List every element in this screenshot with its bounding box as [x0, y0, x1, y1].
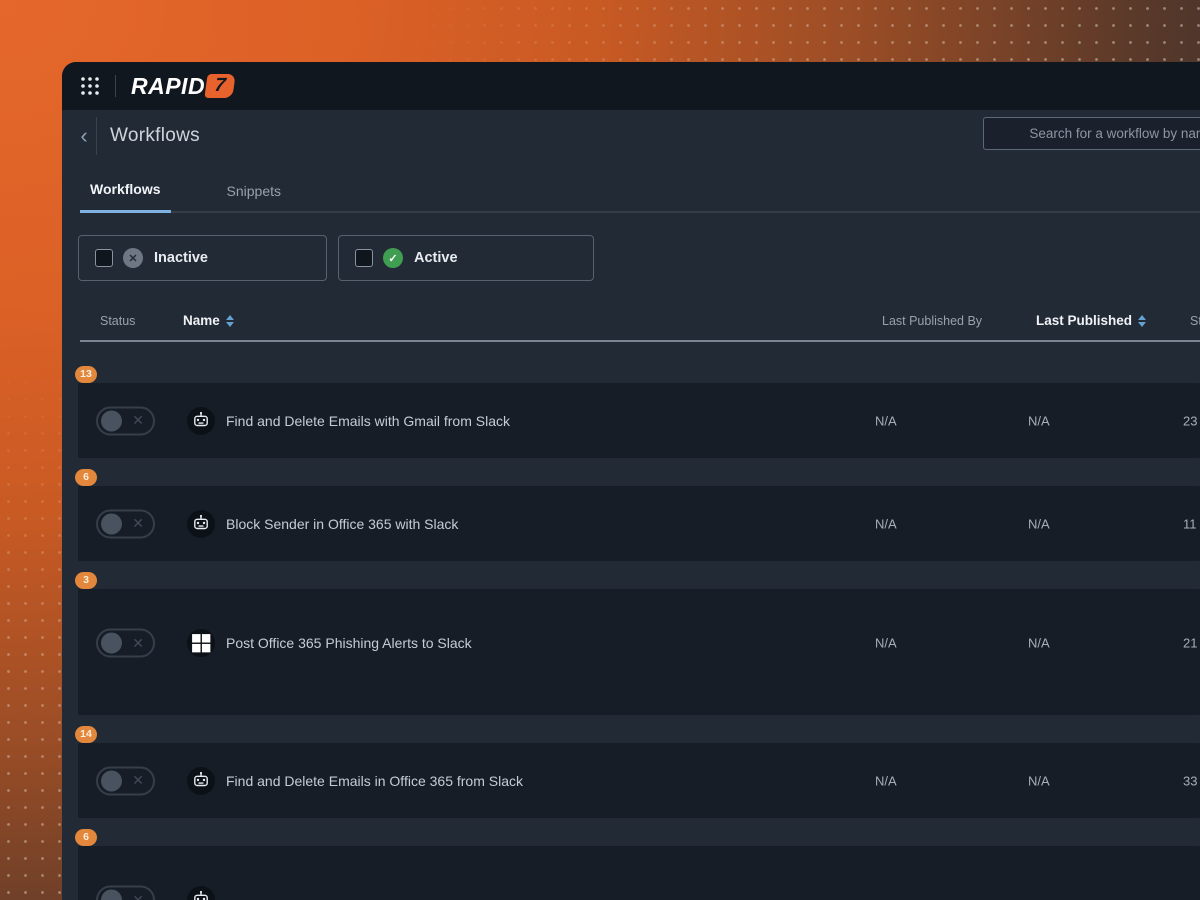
- steps-value: 33: [1183, 773, 1198, 788]
- active-status-icon: ✓: [383, 248, 403, 268]
- workflow-card[interactable]: ✕ Block Sender in Office 365 with Slack …: [78, 486, 1200, 561]
- inactive-checkbox[interactable]: [95, 249, 113, 267]
- col-name[interactable]: Name: [183, 313, 234, 328]
- top-app-bar: RAPID 7: [62, 62, 1200, 110]
- activate-toggle[interactable]: ✕: [96, 885, 155, 900]
- inactive-status-icon: ✕: [123, 248, 143, 268]
- workflow-search-input[interactable]: [983, 117, 1200, 150]
- run-count-badge: 6: [75, 469, 97, 486]
- col-name-label: Name: [183, 313, 220, 328]
- workflow-row: 6 ✕: [62, 827, 1200, 900]
- title-divider: [96, 117, 97, 155]
- filter-active[interactable]: ✓ Active: [338, 235, 594, 281]
- workflow-card[interactable]: ✕ Post Office 365 Phishing Alerts to Sla…: [78, 589, 1200, 715]
- activate-toggle[interactable]: ✕: [96, 628, 155, 658]
- run-count-badge: 3: [75, 572, 97, 589]
- workflow-row: 6 ✕ Block Sender in Office 365 with Slac…: [62, 467, 1200, 561]
- last-published-by-value: N/A: [875, 773, 897, 788]
- col-steps: Steps: [1190, 314, 1200, 328]
- table-header: Status Name Last Published By Last Publi…: [80, 280, 1200, 342]
- steps-value: 11: [1183, 516, 1197, 531]
- last-published-by-value: N/A: [875, 516, 897, 531]
- workflow-name[interactable]: Post Office 365 Phishing Alerts to Slack: [226, 635, 472, 651]
- col-status: Status: [100, 314, 136, 328]
- run-count-badge: 6: [75, 829, 97, 846]
- logo-seven-icon: 7: [204, 74, 236, 98]
- workflow-card[interactable]: ✕: [78, 846, 1200, 900]
- robot-icon: [186, 766, 216, 796]
- workflow-row: 13 ✕ Find and Delete Emails with Gmail f…: [62, 364, 1200, 458]
- inactive-label: Inactive: [154, 250, 208, 266]
- col-last-published-label: Last Published: [1036, 313, 1133, 328]
- active-label: Active: [414, 250, 458, 266]
- page-header: ‹ Workflows: [62, 110, 1200, 162]
- windows-icon: [186, 628, 216, 658]
- run-count-badge: 14: [75, 726, 97, 743]
- last-published-by-value: N/A: [875, 413, 897, 428]
- workflow-name[interactable]: Block Sender in Office 365 with Slack: [226, 516, 458, 532]
- last-published-value: N/A: [1028, 635, 1050, 651]
- back-chevron-icon[interactable]: ‹: [74, 125, 94, 147]
- rapid7-logo: RAPID 7: [131, 72, 236, 100]
- last-published-value: N/A: [1028, 413, 1050, 428]
- activate-toggle[interactable]: ✕: [96, 509, 155, 538]
- last-published-value: N/A: [1028, 773, 1050, 788]
- last-published-by-value: N/A: [875, 635, 897, 651]
- app-launcher-icon[interactable]: [80, 76, 100, 96]
- tab-workflows[interactable]: Workflows: [80, 181, 171, 213]
- logo-text: RAPID: [131, 72, 206, 99]
- tab-bar: Workflows Snippets: [80, 162, 1200, 213]
- active-checkbox[interactable]: [355, 249, 373, 267]
- workflow-row: 3 ✕ Post Office 365 Phishing Alerts to S…: [62, 570, 1200, 715]
- robot-icon: [186, 885, 216, 900]
- sort-icon-last-published[interactable]: [1138, 314, 1147, 327]
- col-last-published[interactable]: Last Published: [1036, 313, 1147, 328]
- col-last-published-by: Last Published By: [882, 314, 983, 328]
- last-published-value: N/A: [1028, 516, 1050, 531]
- workflow-list: 13 ✕ Find and Delete Emails with Gmail f…: [62, 342, 1200, 900]
- workflow-card[interactable]: ✕ Find and Delete Emails with Gmail from…: [78, 383, 1200, 458]
- tab-snippets[interactable]: Snippets: [217, 183, 291, 213]
- filter-bar: ✕ Inactive ✓ Active: [78, 235, 594, 281]
- page-title: Workflows: [110, 125, 200, 146]
- robot-icon: [186, 509, 216, 539]
- workflow-name[interactable]: Find and Delete Emails with Gmail from S…: [226, 413, 510, 429]
- workflow-card[interactable]: ✕ Find and Delete Emails in Office 365 f…: [78, 743, 1200, 818]
- steps-value: 23: [1183, 413, 1198, 428]
- workflow-name[interactable]: Find and Delete Emails in Office 365 fro…: [226, 773, 523, 789]
- run-count-badge: 13: [75, 366, 97, 383]
- topbar-divider: [115, 75, 116, 97]
- app-window: RAPID 7 ‹ Workflows Workflows Snippets ✕…: [62, 62, 1200, 900]
- activate-toggle[interactable]: ✕: [96, 406, 155, 435]
- activate-toggle[interactable]: ✕: [96, 766, 155, 795]
- filter-inactive[interactable]: ✕ Inactive: [78, 235, 327, 281]
- workflow-row: 14 ✕ Find and Delete Emails in Office 36…: [62, 724, 1200, 818]
- steps-value: 21: [1183, 635, 1198, 651]
- sort-icon-name[interactable]: [225, 314, 234, 327]
- robot-icon: [186, 406, 216, 436]
